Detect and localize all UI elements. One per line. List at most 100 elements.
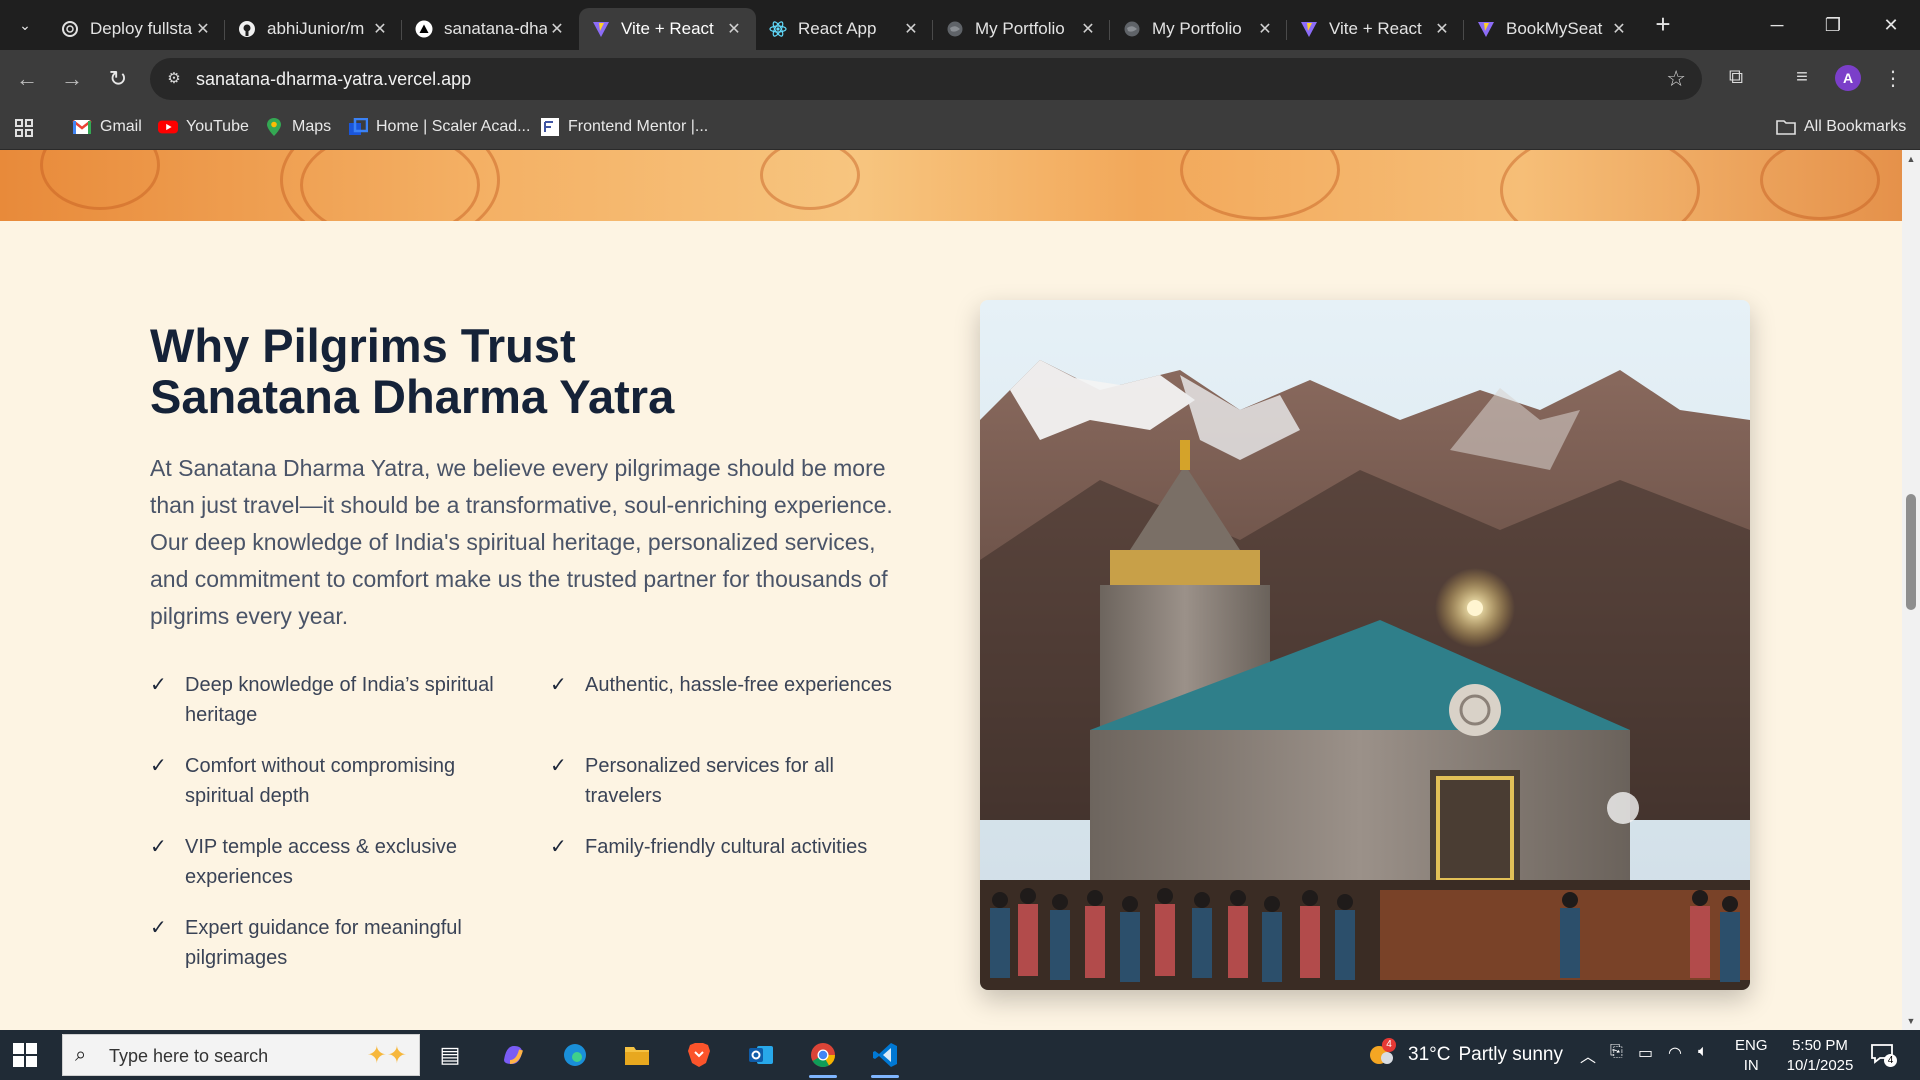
brave-icon[interactable] — [679, 1038, 719, 1072]
feature-text: VIP temple access & exclusive experience… — [185, 836, 457, 888]
bookmark-youtube[interactable]: YouTube — [158, 118, 249, 136]
bookmarks-bar: Gmail YouTube Maps Home | Scaler Acad...… — [0, 108, 1920, 150]
apps-grid-icon[interactable] — [14, 118, 34, 138]
reload-icon[interactable]: ↻ — [103, 64, 133, 94]
input-language[interactable]: ENG IN — [1735, 1036, 1768, 1076]
notification-count: 4 — [1884, 1054, 1897, 1067]
clock-time: 5:50 PM — [1792, 1037, 1848, 1054]
scaler-icon — [348, 118, 368, 136]
tab-close-icon[interactable]: ✕ — [547, 19, 567, 39]
page-viewport: Why Pilgrims Trust Sanatana Dharma Yatra… — [0, 150, 1902, 1030]
menu-kebab-icon[interactable]: ⋮ — [1879, 66, 1907, 91]
tab-close-icon[interactable]: ✕ — [1432, 19, 1452, 39]
bookmark-gmail[interactable]: Gmail — [72, 118, 142, 136]
outlook-icon[interactable] — [741, 1038, 781, 1072]
search-placeholder: Type here to search — [109, 1046, 269, 1066]
chrome-icon[interactable] — [803, 1038, 843, 1078]
globe-icon — [945, 19, 965, 39]
openai-icon — [60, 19, 80, 39]
tab-portfolio-1[interactable]: My Portfolio ✕ — [933, 8, 1110, 50]
extensions-puzzle-icon[interactable]: ⧉ — [1722, 66, 1750, 89]
weather-widget[interactable]: 4 31°C Partly sunny — [1368, 1038, 1563, 1068]
bookmark-star-icon[interactable]: ☆ — [1666, 66, 1686, 92]
tab-deploy[interactable]: Deploy fullsta ✕ — [48, 8, 225, 50]
windows-start-icon[interactable] — [12, 1042, 48, 1068]
scroll-up-icon[interactable]: ▲ — [1906, 154, 1916, 164]
close-window-icon[interactable]: ✕ — [1866, 8, 1916, 42]
wifi-icon[interactable]: ◠ — [1668, 1043, 1682, 1063]
decorative-banner — [0, 150, 1902, 221]
scroll-down-icon[interactable]: ▼ — [1906, 1016, 1916, 1026]
temple-photo — [980, 300, 1750, 990]
scrollbar-thumb[interactable] — [1906, 494, 1916, 610]
tab-vite-react-active[interactable]: Vite + React ✕ — [579, 8, 756, 50]
weather-badge: 4 — [1382, 1038, 1396, 1052]
copilot-icon[interactable] — [493, 1038, 533, 1072]
globe-icon — [1122, 19, 1142, 39]
temperature: 31°C — [1408, 1044, 1451, 1065]
taskbar-search-box[interactable]: ⌕ Type here to search ✦✦ — [62, 1034, 420, 1076]
vscode-icon[interactable] — [865, 1038, 905, 1078]
feature-item: ✓ Personalized services for all travelers — [550, 751, 930, 811]
tray-overflow-chevron-icon[interactable]: ︿ — [1580, 1043, 1596, 1067]
tab-label: BookMySeat — [1506, 19, 1603, 38]
all-bookmarks[interactable]: All Bookmarks — [1776, 118, 1906, 136]
task-view-icon[interactable]: ▤ — [430, 1038, 470, 1072]
page-scrollbar[interactable]: ▲ ▼ — [1902, 150, 1920, 1030]
gmail-icon — [72, 118, 92, 136]
restore-icon[interactable]: ❐ — [1808, 8, 1858, 42]
back-arrow-icon[interactable]: ← — [12, 64, 42, 94]
checkmark-icon: ✓ — [550, 755, 567, 777]
features-list: ✓ Deep knowledge of India’s spiritual her… — [150, 670, 930, 973]
minimize-icon[interactable]: ─ — [1752, 8, 1802, 42]
weather-sun-icon: 4 — [1368, 1038, 1398, 1068]
tab-label: sanatana-dha — [444, 19, 547, 38]
lang-line-1: ENG — [1735, 1037, 1768, 1054]
tab-close-icon[interactable]: ✕ — [724, 19, 744, 39]
tab-github[interactable]: abhiJunior/m ✕ — [225, 8, 402, 50]
vite-icon — [591, 19, 611, 39]
tab-bookmyseat[interactable]: BookMySeat ✕ — [1464, 8, 1641, 50]
bookmark-frontend-mentor[interactable]: Frontend Mentor |... — [540, 118, 708, 136]
feature-item: ✓ Expert guidance for meaningful pilgrima… — [150, 913, 550, 973]
system-clock[interactable]: 5:50 PM 10/1/2025 — [1775, 1036, 1865, 1076]
tab-vercel[interactable]: sanatana-dha ✕ — [402, 8, 579, 50]
lang-line-2: IN — [1743, 1057, 1759, 1074]
tab-close-icon[interactable]: ✕ — [193, 19, 213, 39]
battery-icon[interactable]: ▭ — [1638, 1043, 1653, 1063]
checkmark-icon: ✓ — [150, 917, 167, 939]
react-icon — [768, 19, 788, 39]
notification-center-icon[interactable]: 4 — [1870, 1042, 1897, 1072]
tab-close-icon[interactable]: ✕ — [1078, 19, 1098, 39]
bookmark-label: Home | Scaler Acad... — [376, 118, 531, 135]
bookmark-maps[interactable]: Maps — [264, 118, 331, 136]
feature-text: Comfort without compromising spiritual d… — [185, 755, 456, 807]
media-controls-icon[interactable]: ≡ — [1788, 66, 1816, 89]
tab-label: abhiJunior/m — [267, 19, 365, 38]
site-info-icon[interactable]: ⚙ — [164, 69, 184, 89]
tab-close-icon[interactable]: ✕ — [1609, 19, 1629, 39]
new-tab-plus-icon[interactable]: + — [1648, 10, 1678, 40]
file-explorer-icon[interactable] — [617, 1038, 657, 1072]
tab-close-icon[interactable]: ✕ — [370, 19, 390, 39]
tab-close-icon[interactable]: ✕ — [901, 19, 921, 39]
feature-text: Authentic, hassle-free experiences — [585, 674, 892, 696]
address-bar[interactable]: ⚙ sanatana-dharma-yatra.vercel.app ☆ — [150, 58, 1702, 100]
meet-now-icon[interactable]: ⎘ — [1610, 1043, 1623, 1061]
feature-text: Deep knowledge of India’s spiritual heri… — [185, 674, 494, 726]
intro-paragraph: At Sanatana Dharma Yatra, we believe eve… — [150, 455, 893, 629]
profile-avatar[interactable]: A — [1835, 65, 1861, 91]
volume-icon[interactable]: 🔈︎ — [1698, 1043, 1708, 1061]
tab-search-chevron-icon[interactable]: ⌄ — [10, 12, 40, 38]
forward-arrow-icon[interactable]: → — [57, 64, 87, 94]
search-icon: ⌕ — [75, 1044, 87, 1066]
tab-react-app[interactable]: React App ✕ — [756, 8, 933, 50]
url-text[interactable]: sanatana-dharma-yatra.vercel.app — [196, 69, 471, 90]
edge-icon[interactable] — [555, 1038, 595, 1072]
tab-close-icon[interactable]: ✕ — [1255, 19, 1275, 39]
tab-vite-react-2[interactable]: Vite + React ✕ — [1287, 8, 1464, 50]
checkmark-icon: ✓ — [150, 755, 167, 777]
checkmark-icon: ✓ — [550, 674, 567, 696]
tab-portfolio-2[interactable]: My Portfolio ✕ — [1110, 8, 1287, 50]
bookmark-scaler[interactable]: Home | Scaler Acad... — [348, 118, 530, 136]
